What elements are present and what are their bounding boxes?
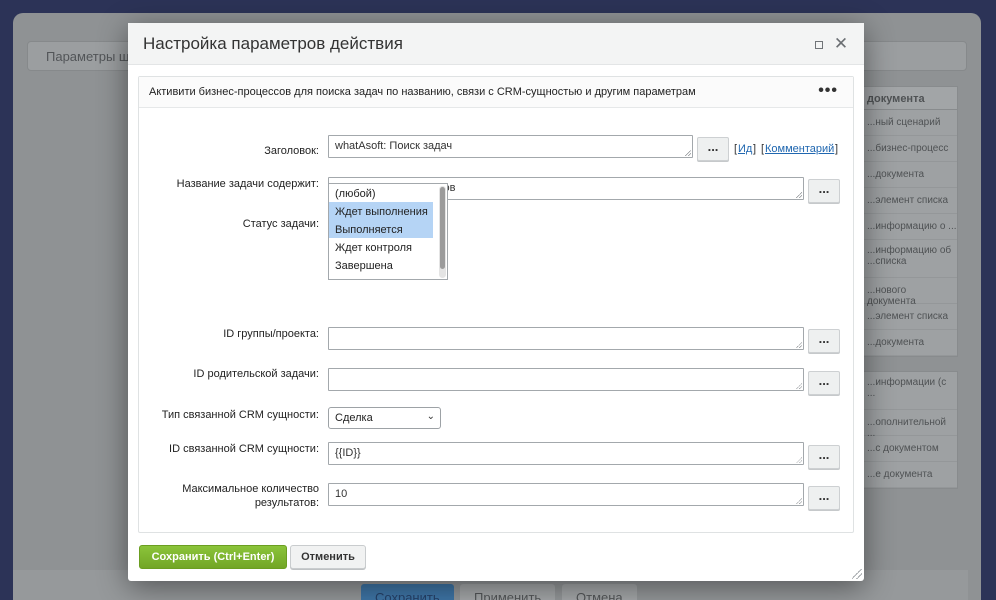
group-id-label: ID группы/проекта: xyxy=(223,328,319,340)
task-name-label: Название задачи содержит: xyxy=(176,178,319,190)
crm-id-dots-button[interactable]: ... xyxy=(808,445,840,469)
crm-type-value: Сделка xyxy=(335,412,373,424)
comment-link[interactable]: Комментарий xyxy=(765,143,834,155)
background-sidebar-item: ...информацию о ... xyxy=(859,214,957,240)
crm-id-label: ID связанной CRM сущности: xyxy=(169,443,319,455)
title-dots-button[interactable]: ... xyxy=(697,137,729,161)
parent-id-dots-button[interactable]: ... xyxy=(808,371,840,395)
background-sidebar-item: ...ный сценарий xyxy=(859,110,957,136)
status-option[interactable]: Ждет контроля xyxy=(329,238,433,256)
group-id-input[interactable] xyxy=(328,327,804,350)
background-sidebar-item: ...с документом xyxy=(859,436,957,462)
title-input[interactable]: whatAsoft: Поиск задач xyxy=(328,135,693,158)
background-sidebar-item: ...ополнительной ... xyxy=(859,410,957,439)
maximize-icon[interactable] xyxy=(810,35,828,53)
group-id-dots-button[interactable]: ... xyxy=(808,329,840,353)
activity-description-bar: Активити бизнес-процессов для поиска зад… xyxy=(139,77,853,108)
max-results-dots-button[interactable]: ... xyxy=(808,486,840,510)
resize-grip-icon[interactable] xyxy=(852,569,862,579)
id-link[interactable]: Ид xyxy=(738,143,752,155)
listbox-scrollbar[interactable] xyxy=(439,186,446,278)
background-save-button: Сохранить xyxy=(361,584,454,600)
more-horizontal-icon[interactable]: ••• xyxy=(818,82,838,100)
crm-id-input[interactable]: {{ID}} xyxy=(328,442,804,465)
crm-type-select[interactable]: Сделка ⌄ xyxy=(328,407,441,429)
save-button[interactable]: Сохранить (Ctrl+Enter) xyxy=(139,545,287,569)
background-apply-button: Применить xyxy=(460,584,556,600)
background-sidebar-item: ...документа xyxy=(859,330,957,356)
background-sidebar-item: ...информацию об ...списка xyxy=(859,240,957,278)
background-sidebar-block: ...ный сценарий ...бизнес-процесс ...док… xyxy=(858,110,958,357)
background-sidebar-block-2: ...информации (с ... ...ополнительной ..… xyxy=(858,371,958,489)
background-sidebar-item: ...элемент списка xyxy=(859,304,957,330)
parent-id-input[interactable] xyxy=(328,368,804,391)
background-sidebar-item: ...нового документа xyxy=(859,278,957,307)
scrollbar-thumb[interactable] xyxy=(440,187,445,269)
max-results-label: Максимальное количество результатов: xyxy=(182,483,319,509)
status-option[interactable]: Завершена xyxy=(329,256,433,274)
background-sidebar-item: ...бизнес-процесс xyxy=(859,136,957,162)
status-option[interactable]: (любой) xyxy=(329,184,433,202)
background-sidebar-item: ...е документа xyxy=(859,462,957,488)
task-status-label: Статус задачи: xyxy=(242,218,319,230)
activity-description: Активити бизнес-процессов для поиска зад… xyxy=(149,86,696,98)
background-sidebar: документа ...ный сценарий ...бизнес-проц… xyxy=(858,83,958,600)
background-cancel-button: Отмена xyxy=(562,584,637,600)
status-option-selected[interactable]: Ждет выполнения xyxy=(329,202,433,220)
max-results-input[interactable]: 10 xyxy=(328,483,804,506)
activity-settings-panel: Активити бизнес-процессов для поиска зад… xyxy=(138,76,854,533)
task-status-listbox[interactable]: (любой) Ждет выполнения Выполняется Ждет… xyxy=(328,183,448,280)
close-icon[interactable]: ✕ xyxy=(832,35,850,53)
background-sidebar-item: ...элемент списка xyxy=(859,188,957,214)
cancel-button[interactable]: Отменить xyxy=(290,545,366,569)
action-settings-dialog: Настройка параметров действия ✕ Активити… xyxy=(128,23,864,581)
chevron-down-icon: ⌄ xyxy=(426,411,435,422)
background-sidebar-header: документа xyxy=(858,86,958,110)
dialog-header[interactable]: Настройка параметров действия ✕ xyxy=(128,23,864,65)
background-sidebar-item: ...документа xyxy=(859,162,957,188)
title-label: Заголовок: xyxy=(264,145,319,157)
task-name-dots-button[interactable]: ... xyxy=(808,179,840,203)
parent-id-label: ID родительской задачи: xyxy=(193,368,319,380)
background-sidebar-item: ...информации (с ... xyxy=(859,372,957,410)
dialog-title: Настройка параметров действия xyxy=(143,34,403,53)
status-option-selected[interactable]: Выполняется xyxy=(329,220,433,238)
crm-type-label: Тип связанной CRM сущности: xyxy=(161,409,319,421)
